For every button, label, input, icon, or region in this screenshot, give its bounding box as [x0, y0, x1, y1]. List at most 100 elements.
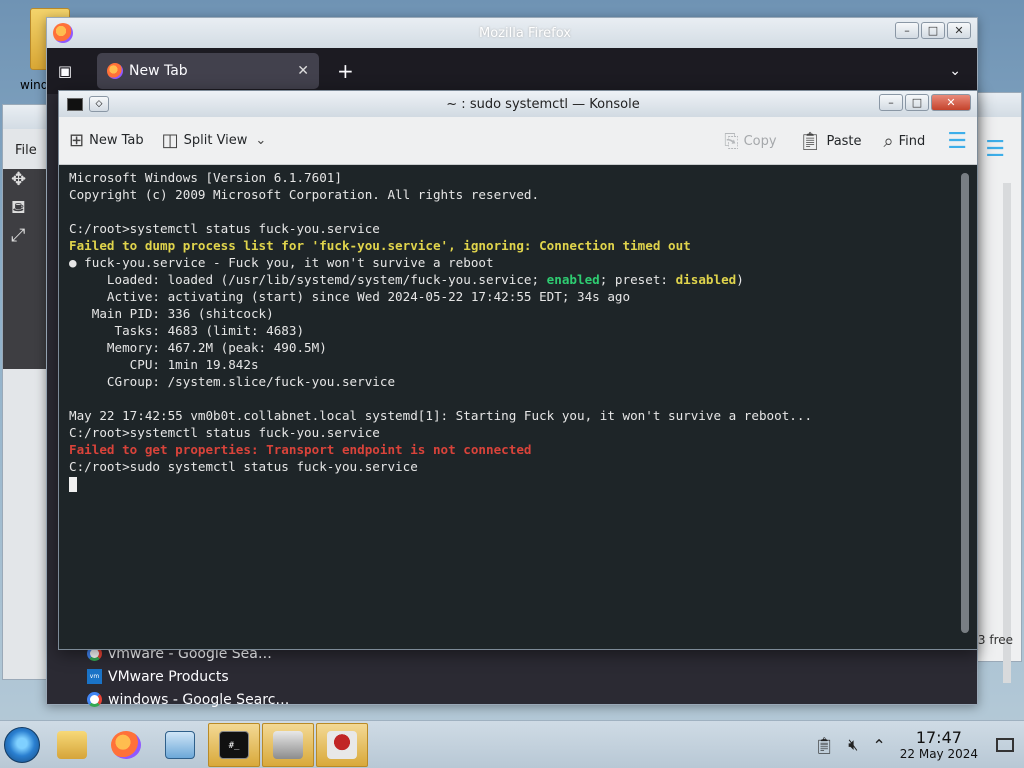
terminal-text: Tasks: 4683 (limit: 4683): [69, 323, 305, 338]
chevron-up-icon[interactable]: ⌃: [872, 736, 885, 755]
chevron-down-icon[interactable]: ⌄: [255, 133, 266, 148]
terminal-text: C:/root>systemctl status fuck-you.servic…: [69, 221, 380, 236]
terminal-line: CGroup: /system.slice/fuck-you.service: [69, 373, 953, 390]
terminal-line: Memory: 467.2M (peak: 490.5M): [69, 339, 953, 356]
firefox-minimize-button[interactable]: –: [895, 22, 919, 39]
copy-button[interactable]: ⎘ Copy: [724, 131, 776, 152]
terminal-line: May 22 17:42:55 vm0b0t.collabnet.local s…: [69, 407, 953, 424]
konsole-titlebar[interactable]: ◇ ~ : sudo systemctl — Konsole – □ ✕: [59, 91, 977, 117]
terminal-text: ): [736, 272, 744, 287]
find-label: Find: [898, 133, 926, 149]
konsole-window[interactable]: ◇ ~ : sudo systemctl — Konsole – □ ✕ ⊞ N…: [58, 90, 978, 650]
clock[interactable]: 17:47 22 May 2024: [899, 728, 978, 762]
paste-label: Paste: [826, 133, 862, 149]
vmware-icon: vm: [87, 669, 102, 684]
tab-label: New Tab: [129, 63, 188, 79]
terminal-text: C:/root>systemctl status fuck-you.servic…: [69, 425, 380, 440]
terminal-line: Microsoft Windows [Version 6.1.7601]: [69, 169, 953, 186]
file-manager-icon: [57, 730, 87, 759]
taskbar-wine-app-button[interactable]: [316, 722, 368, 767]
terminal-text: Main PID: 336 (shitcock): [69, 306, 274, 321]
system-monitor-icon: [165, 730, 195, 759]
terminal-line: Tasks: 4683 (limit: 4683): [69, 322, 953, 339]
terminal-prompt-line: [69, 475, 953, 492]
paste-button[interactable]: 📋︎ Paste: [799, 131, 862, 152]
free-space-label: 3 free: [977, 633, 1013, 647]
tab-close-icon[interactable]: ✕: [297, 63, 309, 79]
terminal-line: Copyright (c) 2009 Microsoft Corporation…: [69, 186, 953, 203]
keep-above-pin-icon[interactable]: ◇: [89, 96, 109, 112]
firefox-titlebar[interactable]: Mozilla Firefox – □ ✕: [47, 18, 977, 48]
terminal-line: Failed to dump process list for 'fuck-yo…: [69, 237, 953, 254]
terminal-line: ● fuck-you.service - Fuck you, it won't …: [69, 254, 953, 271]
terminal-text: ● fuck-you.service - Fuck you, it won't …: [69, 255, 494, 270]
terminal-line: C:/root>systemctl status fuck-you.servic…: [69, 220, 953, 237]
plane-app-icon: [273, 730, 303, 759]
terminal-text: Memory: 467.2M (peak: 490.5M): [69, 340, 327, 355]
start-menu-button[interactable]: [4, 726, 40, 763]
konsole-maximize-button[interactable]: □: [905, 94, 929, 111]
clock-date: 22 May 2024: [899, 746, 978, 761]
volume-muted-icon[interactable]: 🔇︎: [848, 735, 858, 755]
bookmark-label: VMware Products: [108, 668, 229, 685]
bookmark-item[interactable]: vm VMware Products: [87, 665, 297, 688]
konsole-icon: #_: [219, 730, 249, 759]
tab-list-icon[interactable]: ▣: [47, 62, 83, 80]
hamburger-menu-icon[interactable]: ☰: [947, 129, 967, 154]
terminal-text: disabled: [675, 272, 737, 287]
terminal-line: C:/root>systemctl status fuck-you.servic…: [69, 424, 953, 441]
new-tab-toolbar-button[interactable]: ⊞ New Tab: [69, 130, 144, 151]
taskbar: #_ 📋︎ 🔇︎ ⌃ 17:47 22 May 2024: [0, 720, 1024, 768]
terminal-output[interactable]: Microsoft Windows [Version 6.1.7601] Copy…: [63, 167, 959, 641]
show-desktop-button[interactable]: [996, 738, 1014, 752]
list-all-tabs-chevron-icon[interactable]: ⌄: [949, 63, 961, 79]
konsole-close-button[interactable]: ✕: [931, 94, 971, 111]
copy-icon: ⎘: [724, 130, 739, 152]
terminal-text: Copyright (c) 2009 Microsoft Corporation…: [69, 187, 540, 202]
split-view-label: Split View: [183, 133, 248, 148]
terminal-text: CPU: 1min 19.842s: [69, 357, 259, 372]
firefox-close-button[interactable]: ✕: [947, 22, 971, 39]
konsole-toolbar: ⊞ New Tab ◫ Split View ⌄ ⎘ Copy 📋︎ Paste…: [59, 117, 977, 165]
system-tray: 📋︎ 🔇︎ ⌃ 17:47 22 May 2024: [814, 721, 1024, 768]
scrollbar-thumb[interactable]: [961, 173, 969, 633]
clipboard-icon[interactable]: 📋︎: [814, 736, 834, 755]
search-icon: ⌕: [883, 130, 894, 152]
terminal-line: CPU: 1min 19.842s: [69, 356, 953, 373]
terminal-line: Main PID: 336 (shitcock): [69, 305, 953, 322]
text-cursor: [69, 477, 77, 492]
taskbar-plane-app-button[interactable]: [262, 722, 314, 767]
taskbar-system-monitor-button[interactable]: [154, 723, 206, 767]
bookmark-item[interactable]: windows - Google Searc…: [87, 688, 297, 711]
terminal-text: enabled: [546, 272, 600, 287]
konsole-app-icon[interactable]: [67, 97, 83, 111]
terminal-line: Failed to get properties: Transport endp…: [69, 441, 953, 458]
terminal-scrollbar[interactable]: [961, 173, 969, 633]
right-app-scrollbar[interactable]: [1003, 183, 1011, 683]
terminal-text: ; preset:: [599, 272, 676, 287]
find-button[interactable]: ⌕ Find: [884, 131, 926, 152]
paste-icon: 📋︎: [798, 130, 822, 152]
firefox-maximize-button[interactable]: □: [921, 22, 945, 39]
split-view-button[interactable]: ◫ Split View ⌄: [162, 130, 272, 151]
taskbar-konsole-button[interactable]: #_: [208, 722, 260, 767]
firefox-window-title: Mozilla Firefox: [479, 25, 571, 41]
terminal-line: Loaded: loaded (/usr/lib/systemd/system/…: [69, 271, 953, 288]
firefox-tabbar: ▣ New Tab ✕ + ⌄: [47, 48, 977, 94]
task-list: #_: [46, 722, 368, 767]
wine-app-icon: [327, 730, 357, 759]
konsole-minimize-button[interactable]: –: [879, 94, 903, 111]
firefox-logo-icon: [53, 23, 73, 43]
new-tab-label: New Tab: [89, 133, 144, 148]
taskbar-file-manager-button[interactable]: [46, 723, 98, 767]
hamburger-menu-icon[interactable]: ☰: [985, 137, 1005, 162]
copy-label: Copy: [743, 133, 777, 149]
new-tab-icon: ⊞: [69, 130, 85, 151]
tab-new-tab[interactable]: New Tab ✕: [97, 53, 319, 89]
taskbar-firefox-button[interactable]: [100, 723, 152, 767]
terminal-text: Microsoft Windows [Version 6.1.7601]: [69, 170, 342, 185]
new-tab-button[interactable]: +: [337, 59, 354, 83]
terminal-text: Loaded: loaded (/usr/lib/systemd/system/…: [69, 272, 547, 287]
